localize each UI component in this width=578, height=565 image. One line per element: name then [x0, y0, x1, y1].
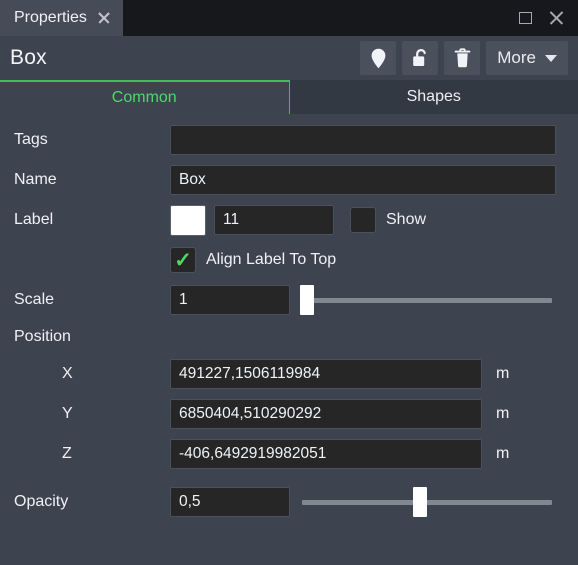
- label-show-checkbox[interactable]: [350, 207, 376, 233]
- align-label-checkbox[interactable]: ✓: [170, 247, 196, 273]
- header-toolbar: More: [360, 41, 568, 75]
- tags-label: Tags: [14, 131, 48, 148]
- opacity-slider-track: [302, 499, 552, 505]
- tab-bar: Common Shapes: [0, 80, 578, 114]
- opacity-input[interactable]: 0,5: [170, 487, 290, 517]
- form-body: Tags Name Box Label 11 Show ✓ Align Labe…: [0, 114, 578, 522]
- row-scale: Scale 1: [0, 280, 578, 320]
- tags-input[interactable]: [170, 125, 556, 155]
- position-x-label: X: [62, 365, 73, 382]
- scale-input[interactable]: 1: [170, 285, 290, 315]
- titlebar: Properties: [0, 0, 578, 36]
- position-z-label: Z: [62, 445, 72, 462]
- row-name: Name Box: [0, 160, 578, 200]
- window-tab-label: Properties: [14, 9, 87, 26]
- unlock-icon: [411, 48, 430, 69]
- restore-window-icon[interactable]: [519, 12, 532, 24]
- row-position-header: Position: [0, 320, 578, 354]
- name-label: Name: [14, 171, 57, 188]
- more-button[interactable]: More: [486, 41, 568, 75]
- window-tab-properties[interactable]: Properties: [0, 0, 123, 36]
- scale-slider-thumb[interactable]: [300, 285, 314, 315]
- position-y-unit: m: [496, 405, 510, 422]
- opacity-slider-thumb[interactable]: [412, 487, 427, 517]
- position-x-input[interactable]: 491227,1506119984: [170, 359, 482, 389]
- opacity-label: Opacity: [14, 493, 69, 510]
- label-size-input[interactable]: 11: [214, 205, 334, 235]
- row-label-style: Label 11 Show: [0, 200, 578, 240]
- scale-slider[interactable]: [300, 285, 552, 315]
- scale-slider-track: [302, 297, 552, 303]
- position-y-input[interactable]: 6850404,510290292: [170, 399, 482, 429]
- tab-shapes[interactable]: Shapes: [289, 80, 578, 114]
- check-icon: ✓: [174, 248, 192, 272]
- position-label: Position: [14, 328, 71, 345]
- label-show-text: Show: [386, 211, 427, 228]
- opacity-slider[interactable]: [302, 487, 552, 517]
- label-label: Label: [14, 211, 54, 228]
- align-label-text: Align Label To Top: [206, 251, 337, 268]
- name-input[interactable]: Box: [170, 165, 556, 195]
- window-controls: [519, 0, 578, 36]
- more-button-label: More: [497, 48, 536, 67]
- trash-icon: [454, 47, 471, 69]
- row-position-y: Y 6850404,510290292 m: [0, 394, 578, 434]
- properties-panel: Properties Box More Common Shapes Tags N…: [0, 0, 578, 565]
- row-align-label: ✓ Align Label To Top: [0, 240, 578, 280]
- map-pin-icon: [370, 48, 387, 69]
- position-x-unit: m: [496, 365, 510, 382]
- row-tags: Tags: [0, 120, 578, 160]
- row-opacity: Opacity 0,5: [0, 482, 578, 522]
- position-z-unit: m: [496, 445, 510, 462]
- pin-button[interactable]: [360, 41, 397, 75]
- delete-button[interactable]: [444, 41, 481, 75]
- page-title: Box: [10, 46, 47, 69]
- position-z-input[interactable]: -406,6492919982051: [170, 439, 482, 469]
- tab-common[interactable]: Common: [0, 80, 290, 114]
- label-color-swatch[interactable]: [170, 204, 206, 236]
- close-icon[interactable]: [97, 11, 111, 25]
- unlock-button[interactable]: [402, 41, 439, 75]
- scale-label: Scale: [14, 291, 55, 308]
- row-position-z: Z -406,6492919982051 m: [0, 434, 578, 474]
- position-y-label: Y: [62, 405, 73, 422]
- chevron-down-icon: [545, 54, 557, 62]
- panel-header: Box More: [0, 36, 578, 80]
- close-window-icon[interactable]: [548, 10, 564, 26]
- row-position-x: X 491227,1506119984 m: [0, 354, 578, 394]
